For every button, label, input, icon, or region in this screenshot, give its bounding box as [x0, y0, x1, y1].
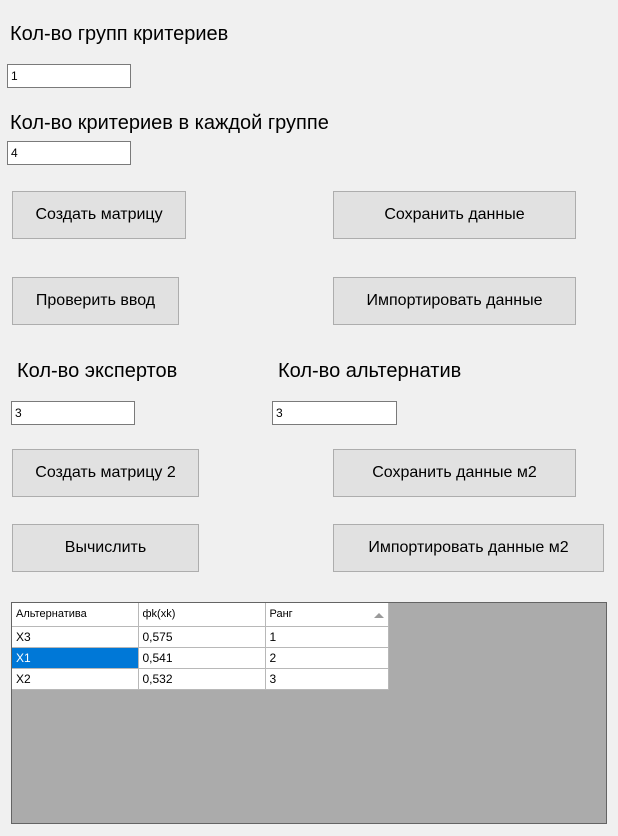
cell-rank[interactable]: 2 [265, 647, 389, 669]
column-header-rank-label: Ранг [269, 608, 293, 621]
alternatives-count-input[interactable] [272, 401, 397, 425]
alternatives-count-label: Кол-во альтернатив [278, 360, 462, 382]
table-row[interactable]: X2 0,532 3 [12, 668, 389, 690]
experts-count-label: Кол-во экспертов [17, 360, 178, 382]
experts-count-input[interactable] [11, 401, 135, 425]
table-row[interactable]: X3 0,575 1 [12, 626, 389, 648]
cell-rank[interactable]: 1 [265, 626, 389, 648]
save-data-button[interactable]: Сохранить данные [333, 191, 576, 239]
cell-score[interactable]: 0,541 [138, 647, 266, 669]
calculate-button[interactable]: Вычислить [12, 524, 199, 572]
results-grid[interactable]: Альтернатива фk(xk) Ранг X3 0,575 1 X1 0… [11, 602, 607, 824]
cell-score[interactable]: 0,575 [138, 626, 266, 648]
import-data-m2-button[interactable]: Импортировать данные м2 [333, 524, 604, 572]
table-row[interactable]: X1 0,541 2 [12, 647, 389, 669]
sort-ascending-icon [373, 613, 384, 619]
cell-alternative[interactable]: X2 [12, 668, 139, 690]
column-header-rank[interactable]: Ранг [265, 603, 389, 627]
results-table: Альтернатива фk(xk) Ранг X3 0,575 1 X1 0… [12, 603, 389, 690]
cell-score[interactable]: 0,532 [138, 668, 266, 690]
cell-alternative[interactable]: X3 [12, 626, 139, 648]
column-header-score[interactable]: фk(xk) [138, 603, 266, 627]
check-input-button[interactable]: Проверить ввод [12, 277, 179, 325]
save-data-m2-button[interactable]: Сохранить данные м2 [333, 449, 576, 497]
create-matrix-button[interactable]: Создать матрицу [12, 191, 186, 239]
criteria-count-input[interactable] [7, 141, 131, 165]
cell-alternative-selected[interactable]: X1 [12, 647, 139, 669]
import-data-button[interactable]: Импортировать данные [333, 277, 576, 325]
results-header-row: Альтернатива фk(xk) Ранг [12, 603, 389, 627]
column-header-alternative[interactable]: Альтернатива [12, 603, 139, 627]
create-matrix-2-button[interactable]: Создать матрицу 2 [12, 449, 199, 497]
cell-rank[interactable]: 3 [265, 668, 389, 690]
groups-count-label: Кол-во групп критериев [10, 23, 229, 45]
criteria-count-label: Кол-во критериев в каждой группе [10, 112, 329, 134]
groups-count-input[interactable] [7, 64, 131, 88]
